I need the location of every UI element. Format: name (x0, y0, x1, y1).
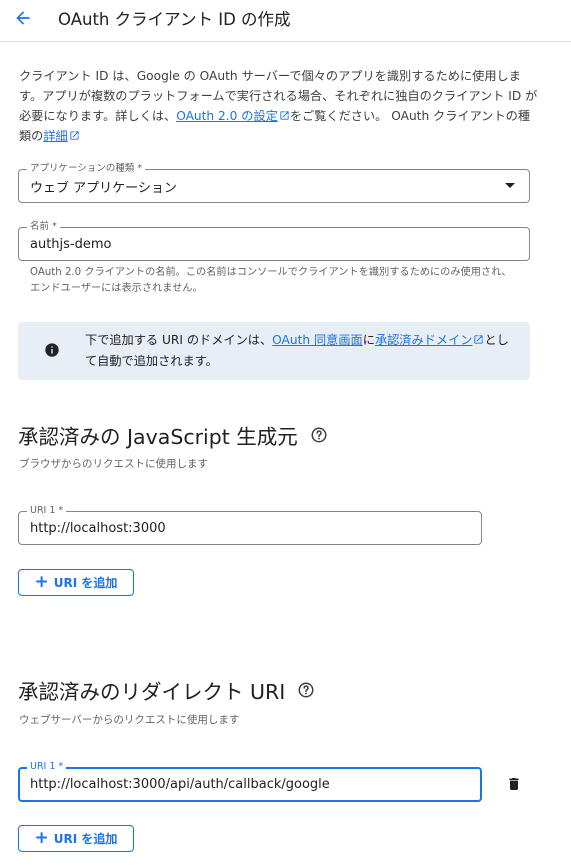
application-type-value: ウェブ アプリケーション (30, 180, 177, 196)
js-origins-title: 承認済みの JavaScript 生成元 (18, 425, 298, 449)
add-redirect-uri-button[interactable]: + URI を追加 (18, 825, 134, 852)
js-origins-heading: 承認済みの JavaScript 生成元 (18, 420, 328, 450)
external-link-icon (280, 111, 289, 120)
redirect-uris-heading: 承認済みのリダイレクト URI (18, 675, 315, 705)
add-js-origin-uri-button[interactable]: + URI を追加 (18, 569, 134, 596)
authorized-domains-link[interactable]: 承認済みドメイン (375, 333, 485, 347)
application-type-select[interactable]: アプリケーションの種類 * ウェブ アプリケーション (18, 163, 530, 203)
external-link-icon (474, 335, 484, 344)
client-types-details-link[interactable]: 詳細 (43, 129, 79, 143)
client-name-value: authjs-demo (30, 236, 112, 252)
oauth-client-create-page: OAuth クライアント ID の作成 クライアント ID は、Google の… (0, 0, 571, 865)
oauth-settings-link[interactable]: OAuth 2.0 の設定 (176, 109, 290, 123)
plus-icon: + (34, 828, 49, 848)
redirect-uri-1-value: http://localhost:3000/api/auth/callback/… (30, 777, 330, 792)
redirect-uris-subtitle: ウェブサーバーからのリクエストに使用します (19, 714, 240, 726)
banner-text-1: 下で追加する URI のドメインは、 (85, 333, 273, 347)
delete-icon[interactable] (506, 775, 522, 793)
redirect-uri-1-input[interactable]: URI 1 * http://localhost:3000/api/auth/c… (18, 761, 482, 802)
add-redirect-uri-label: URI を追加 (53, 832, 118, 846)
redirect-uris-title: 承認済みのリダイレクト URI (18, 680, 286, 704)
back-button[interactable] (10, 6, 36, 30)
js-origins-subtitle: ブラウザからのリクエストに使用します (19, 458, 208, 470)
banner-text: 下で追加する URI のドメインは、OAuth 同意画面に承認済みドメイン として… (85, 330, 515, 372)
help-icon[interactable] (310, 426, 328, 444)
external-link-icon (70, 131, 79, 140)
help-icon[interactable] (297, 681, 315, 699)
info-icon (45, 343, 59, 357)
oauth-consent-screen-link[interactable]: OAuth 同意画面 (272, 333, 363, 347)
oauth-settings-link-label: OAuth 2.0 の設定 (176, 109, 278, 123)
arrow-back-icon (16, 11, 30, 25)
add-js-origin-uri-label: URI を追加 (53, 576, 118, 590)
js-origin-uri-1-value: http://localhost:3000 (30, 520, 166, 536)
details-link-label: 詳細 (43, 129, 68, 143)
domain-info-banner: 下で追加する URI のドメインは、OAuth 同意画面に承認済みドメイン として… (18, 322, 530, 380)
banner-text-2: に (362, 333, 375, 347)
client-name-hint: OAuth 2.0 クライアントの名前。この名前はコンソールでクライアントを識別… (30, 267, 512, 294)
plus-icon: + (34, 572, 49, 592)
authorized-domains-link-label: 承認済みドメイン (374, 333, 473, 347)
page-title: OAuth クライアント ID の作成 (58, 10, 291, 29)
client-name-field[interactable]: 名前 * authjs-demo (18, 221, 530, 261)
dropdown-arrow-icon (505, 183, 515, 188)
intro-description: クライアント ID は、Google の OAuth サーバーで個々のアプリを識… (19, 66, 539, 146)
page-header: OAuth クライアント ID の作成 (0, 0, 571, 42)
js-origin-uri-1-input[interactable]: URI 1 * http://localhost:3000 (18, 505, 482, 545)
